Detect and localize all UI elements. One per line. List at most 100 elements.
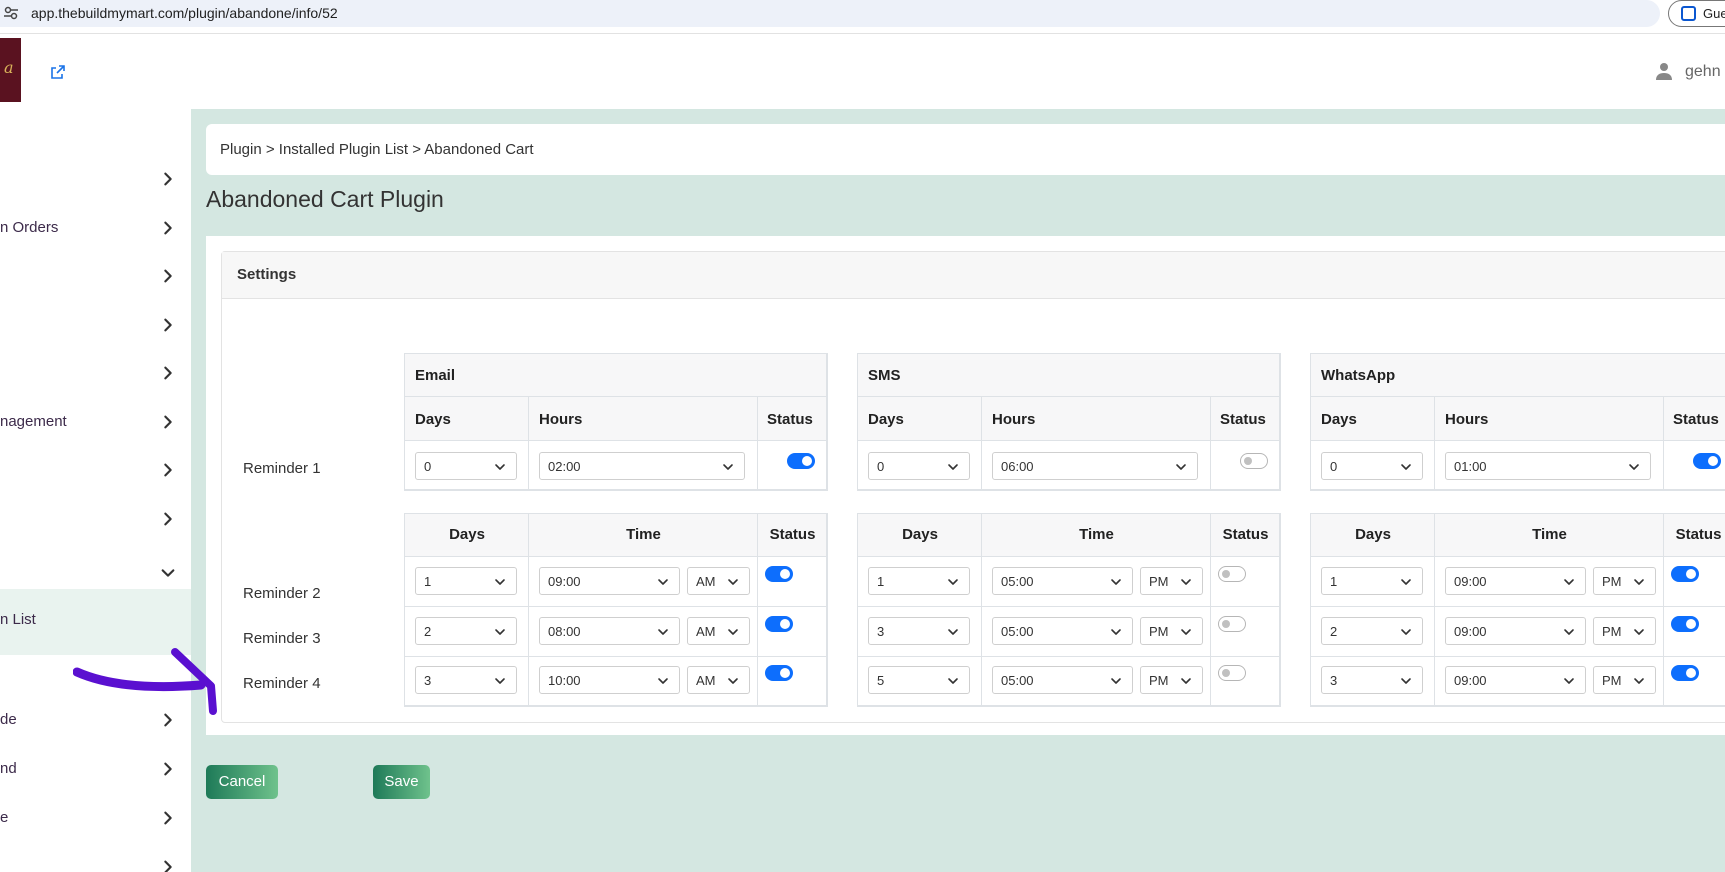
sidebar-item[interactable]: nd — [0, 749, 191, 789]
chevron-right-icon — [164, 811, 172, 825]
chevron-down-icon — [1564, 579, 1574, 585]
chevron-down-icon — [495, 579, 505, 585]
sidebar: n Orders nagement n List de nd e — [0, 109, 191, 872]
ampm-select-value: AM — [696, 673, 716, 688]
ampm-select-value: AM — [696, 574, 716, 589]
status-toggle[interactable] — [1693, 453, 1721, 469]
user-icon[interactable] — [1656, 62, 1672, 80]
status-toggle[interactable] — [1671, 566, 1699, 582]
status-toggle[interactable] — [1218, 566, 1246, 582]
chevron-right-icon — [164, 269, 172, 283]
days-select[interactable]: 3 — [415, 666, 517, 694]
time-select[interactable]: 10:00 — [539, 666, 680, 694]
ampm-select[interactable]: PM — [1140, 617, 1203, 645]
days-select-value: 3 — [877, 624, 885, 639]
status-toggle[interactable] — [1240, 453, 1268, 469]
chevron-down-icon — [1634, 629, 1644, 635]
hours-select[interactable]: 02:00 — [539, 452, 745, 480]
ampm-select-value: AM — [696, 624, 716, 639]
channel-table-reminder-1: WhatsApp Days Hours Status 0 01:00 — [1310, 353, 1725, 491]
time-select[interactable]: 09:00 — [1445, 567, 1586, 595]
ampm-select[interactable]: AM — [687, 666, 750, 694]
days-select[interactable]: 1 — [415, 567, 517, 595]
username[interactable]: gehn — [1685, 63, 1721, 81]
time-select-value: 09:00 — [1454, 574, 1487, 589]
ampm-select[interactable]: AM — [687, 567, 750, 595]
sidebar-item[interactable] — [0, 553, 191, 593]
chevron-down-icon — [728, 629, 738, 635]
col-status: Status — [1675, 526, 1722, 543]
time-select[interactable]: 09:00 — [1445, 666, 1586, 694]
breadcrumb[interactable]: Plugin > Installed Plugin List > Abandon… — [220, 141, 534, 158]
hours-select-value: 06:00 — [1001, 459, 1034, 474]
days-select[interactable]: 0 — [868, 452, 970, 480]
days-select[interactable]: 3 — [1321, 666, 1423, 694]
days-select[interactable]: 1 — [1321, 567, 1423, 595]
site-settings-icon[interactable] — [4, 6, 18, 20]
chevron-down-icon — [1634, 579, 1644, 585]
breadcrumb-card: Plugin > Installed Plugin List > Abandon… — [206, 124, 1725, 175]
save-button[interactable]: Save — [373, 765, 430, 799]
days-select[interactable]: 0 — [415, 452, 517, 480]
external-link-icon[interactable] — [50, 64, 66, 80]
days-select[interactable]: 3 — [868, 617, 970, 645]
sidebar-item[interactable] — [0, 305, 191, 345]
days-select[interactable]: 2 — [1321, 617, 1423, 645]
ampm-select[interactable]: PM — [1593, 567, 1656, 595]
sidebar-item[interactable] — [0, 256, 191, 296]
channel-name: WhatsApp — [1321, 367, 1396, 384]
profile-button[interactable]: Gue — [1668, 0, 1725, 27]
address-bar[interactable]: app.thebuildmymart.com/plugin/abandone/i… — [0, 0, 1660, 27]
sidebar-item-label: nagement — [0, 413, 67, 430]
url-text[interactable]: app.thebuildmymart.com/plugin/abandone/i… — [31, 5, 338, 21]
sidebar-item[interactable]: n Orders — [0, 208, 191, 248]
status-toggle[interactable] — [1671, 665, 1699, 681]
status-toggle[interactable] — [1218, 616, 1246, 632]
status-toggle[interactable] — [787, 453, 815, 469]
channel-table-reminders-2-4: Days Time Status 1 09:00 PM 2 09:00 PM 3 09:00 PM — [1310, 513, 1725, 707]
ampm-select[interactable]: PM — [1140, 567, 1203, 595]
hours-select[interactable]: 06:00 — [992, 452, 1198, 480]
ampm-select[interactable]: PM — [1140, 666, 1203, 694]
days-select[interactable]: 5 — [868, 666, 970, 694]
status-toggle[interactable] — [765, 616, 793, 632]
time-select[interactable]: 05:00 — [992, 617, 1133, 645]
channel-table-reminder-1: Email Days Hours Status 0 02:00 — [404, 353, 828, 491]
sidebar-item[interactable]: e — [0, 798, 191, 838]
sidebar-item[interactable] — [0, 159, 191, 199]
sidebar-item[interactable] — [0, 353, 191, 393]
chevron-right-icon — [164, 318, 172, 332]
table-cell — [1664, 656, 1725, 706]
ampm-select[interactable]: AM — [687, 617, 750, 645]
ampm-select[interactable]: PM — [1593, 666, 1656, 694]
chevron-down-icon — [658, 629, 668, 635]
time-select[interactable]: 09:00 — [539, 567, 680, 595]
days-select[interactable]: 1 — [868, 567, 970, 595]
time-select[interactable]: 05:00 — [992, 666, 1133, 694]
time-select[interactable]: 09:00 — [1445, 617, 1586, 645]
ampm-select-value: PM — [1602, 574, 1622, 589]
chevron-down-icon — [948, 678, 958, 684]
chevron-down-icon — [161, 569, 175, 577]
status-toggle[interactable] — [765, 665, 793, 681]
cancel-button[interactable]: Cancel — [206, 765, 278, 799]
col-hours: Hours — [539, 411, 583, 428]
days-select[interactable]: 2 — [415, 617, 517, 645]
sidebar-item[interactable] — [0, 499, 191, 539]
status-toggle[interactable] — [1671, 616, 1699, 632]
sidebar-item[interactable] — [0, 847, 191, 872]
sidebar-item[interactable] — [0, 450, 191, 490]
time-select-value: 09:00 — [548, 574, 581, 589]
col-status: Status — [1673, 411, 1719, 428]
ampm-select-value: PM — [1602, 673, 1622, 688]
status-toggle[interactable] — [765, 566, 793, 582]
status-toggle[interactable] — [1218, 665, 1246, 681]
days-select[interactable]: 0 — [1321, 452, 1423, 480]
chevron-down-icon — [1401, 629, 1411, 635]
sidebar-item[interactable]: nagement — [0, 402, 191, 442]
ampm-select[interactable]: PM — [1593, 617, 1656, 645]
time-select[interactable]: 05:00 — [992, 567, 1133, 595]
hours-select[interactable]: 01:00 — [1445, 452, 1651, 480]
brand-logo[interactable]: a — [0, 38, 21, 102]
time-select[interactable]: 08:00 — [539, 617, 680, 645]
